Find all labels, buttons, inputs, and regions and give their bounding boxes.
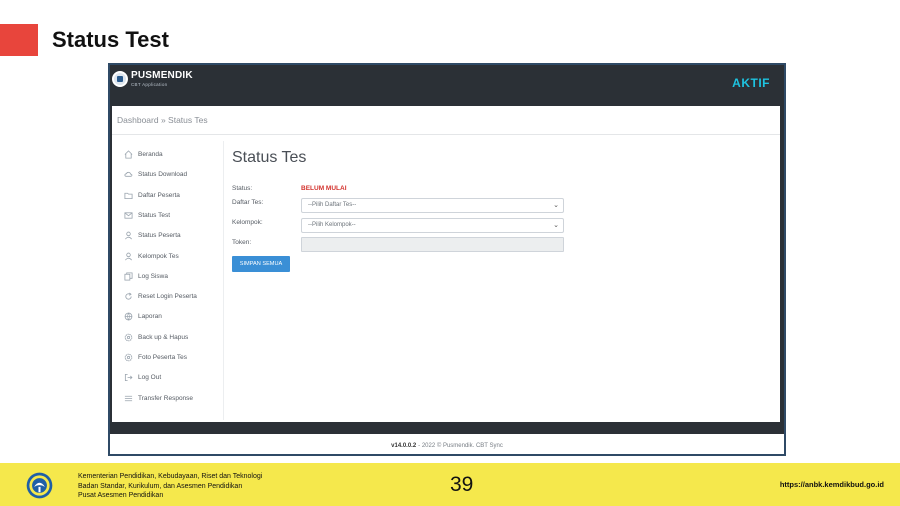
list-icon [124, 394, 133, 403]
sidebar-item-beranda[interactable]: Beranda [124, 150, 163, 159]
status-label: Status: [232, 185, 253, 192]
website-url[interactable]: https://anbk.kemdikbud.go.id [780, 480, 884, 489]
breadcrumb[interactable]: Dashboard » Status Tes [117, 115, 208, 125]
slide-title: Status Test [52, 27, 169, 52]
main-content: Dashboard » Status Tes Beranda Status Dow… [112, 106, 780, 422]
sidebar-item-label: Log Siswa [138, 272, 168, 280]
page-title: Status Tes [232, 149, 307, 166]
sidebar: Beranda Status Download Daftar Peserta Stat… [120, 141, 224, 420]
sidebar-item-label: Status Test [138, 211, 171, 219]
sidebar-item-label: Beranda [138, 151, 163, 158]
sidebar-item-transfer-response[interactable]: Transfer Response [124, 394, 193, 403]
chevron-down-icon: ⌄ [553, 202, 559, 209]
logo-name: PUSMENDIK [131, 70, 193, 81]
mail-icon [124, 211, 133, 220]
gear-icon [124, 353, 133, 362]
slide: Status Test PUSMENDIK CBT Application AK… [0, 0, 900, 506]
kemdikbud-logo-icon [26, 472, 53, 499]
token-label: Token: [232, 239, 252, 246]
ministry-text: Kementerian Pendidikan, Kebudayaan, Rise… [78, 472, 262, 501]
kelompok-label: Kelompok: [232, 219, 263, 226]
sidebar-item-label: Status Download [138, 171, 188, 179]
home-icon [124, 150, 133, 159]
sidebar-item-status-test[interactable]: Status Test [124, 211, 170, 220]
sidebar-item-reset-login-peserta[interactable]: Reset Login Peserta [124, 292, 197, 301]
sidebar-item-label: Daftar Peserta [138, 191, 180, 199]
kelompok-select[interactable]: --Pilih Kelompok-- ⌄ [301, 218, 564, 233]
daftar-tes-label: Daftar Tes: [232, 199, 264, 206]
user-icon [124, 252, 133, 261]
app-screenshot: PUSMENDIK CBT Application AKTIF Dashboar… [108, 63, 786, 456]
sidebar-item-label: Kelompok Tes [138, 252, 179, 260]
ministry-line: Badan Standar, Kurikulum, dan Asesmen Pe… [78, 482, 243, 490]
chevron-down-icon: ⌄ [553, 222, 559, 229]
sidebar-item-label: Status Peserta [138, 232, 181, 240]
status-value: BELUM MULAI [301, 185, 347, 192]
sidebar-item-laporan[interactable]: Laporan [124, 312, 162, 321]
app-footer: v14.0.0.2 - 2022 © Pusmendik. CBT Sync [110, 434, 784, 454]
sidebar-item-log-siswa[interactable]: Log Siswa [124, 272, 168, 281]
gear-icon [124, 333, 133, 342]
server-status: AKTIF [732, 76, 770, 90]
ministry-line: Pusat Asesmen Pendidikan [78, 492, 164, 499]
cloud-icon [124, 170, 133, 179]
sidebar-item-label: Reset Login Peserta [138, 293, 197, 301]
footer-copyright: - 2022 © Pusmendik. CBT Sync [418, 443, 503, 449]
sidebar-item-status-peserta[interactable]: Status Peserta [124, 231, 181, 240]
kelompok-selected: --Pilih Kelompok-- [308, 222, 356, 228]
user-icon [124, 231, 133, 240]
page-number: 39 [450, 473, 474, 496]
globe-icon [124, 312, 133, 321]
token-input[interactable] [301, 237, 564, 252]
ministry-line: Kementerian Pendidikan, Kebudayaan, Rise… [78, 473, 263, 480]
sidebar-item-daftar-peserta[interactable]: Daftar Peserta [124, 191, 180, 200]
sidebar-item-label: Transfer Response [138, 394, 194, 402]
daftar-tes-select[interactable]: --Pilih Daftar Tes-- ⌄ [301, 198, 564, 213]
breadcrumb-divider [112, 134, 780, 135]
footer-version: v14.0.0.2 [391, 443, 417, 449]
app-logo[interactable]: PUSMENDIK CBT Application [112, 71, 193, 88]
refresh-icon [124, 292, 133, 301]
sidebar-item-label: Foto Peserta Tes [138, 354, 188, 361]
sidebar-item-label: Back up & Hapus [138, 333, 189, 341]
logo-subtitle: CBT Application [131, 82, 168, 87]
logout-icon [124, 373, 133, 382]
copy-icon [124, 272, 133, 281]
sidebar-item-foto-peserta-tes[interactable]: Foto Peserta Tes [124, 353, 187, 362]
sidebar-item-label: Laporan [138, 313, 162, 321]
footer-divider-bar [110, 422, 784, 434]
folder-icon [124, 191, 133, 200]
save-all-button[interactable]: SIMPAN SEMUA [232, 256, 290, 272]
daftar-tes-selected: --Pilih Daftar Tes-- [308, 202, 357, 208]
title-accent-bar [0, 24, 38, 56]
sidebar-item-label: Log Out [138, 374, 162, 382]
logo-emblem-icon [112, 71, 128, 88]
sidebar-item-kelompok-tes[interactable]: Kelompok Tes [124, 252, 179, 261]
sidebar-item-back-up-hapus[interactable]: Back up & Hapus [124, 333, 188, 342]
sidebar-item-status-download[interactable]: Status Download [124, 170, 187, 179]
sidebar-item-log-out[interactable]: Log Out [124, 373, 161, 382]
app-header: PUSMENDIK CBT Application AKTIF [110, 65, 784, 104]
